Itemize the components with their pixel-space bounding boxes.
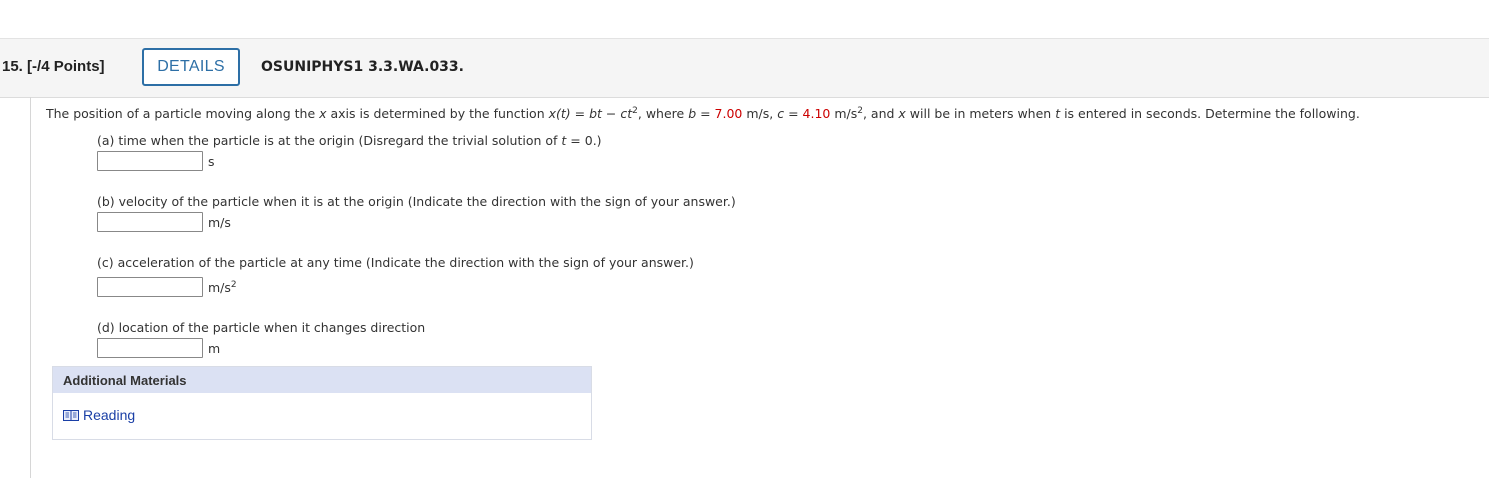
part-c-label: (c) acceleration of the particle at any … [97,255,694,270]
part-a-answer-input[interactable] [97,151,203,171]
part-d-label: (d) location of the particle when it cha… [97,320,426,335]
reading-link-label[interactable]: Reading [83,407,135,423]
part-a-label: (a) time when the particle is at the ori… [97,133,602,148]
part-b-unit: m/s [208,215,231,230]
left-divider [30,97,31,478]
reading-link[interactable]: Reading [63,407,135,423]
part-b-answer-input[interactable] [97,212,203,232]
points-label: [-/4 Points] [27,58,105,75]
question-number: 15. [-/4 Points] [2,58,105,75]
part-a-unit: s [208,154,215,169]
assignment-code: OSUNIPHYS1 3.3.WA.033. [261,59,464,75]
question-index: 15. [2,58,23,75]
part-d-unit: m [208,341,221,356]
c-value: 4.10 [802,106,831,121]
part-b-label: (b) velocity of the particle when it is … [97,194,736,209]
details-button[interactable]: DETAILS [142,48,240,86]
question-prompt: The position of a particle moving along … [46,105,1360,121]
part-d-answer-input[interactable] [97,338,203,358]
book-icon [63,409,79,422]
additional-materials-panel: Additional Materials Reading [52,366,592,440]
b-value: 7.00 [714,106,743,121]
additional-materials-title: Additional Materials [53,367,591,393]
part-c-unit: m/s2 [208,279,237,295]
part-c-answer-input[interactable] [97,277,203,297]
question-page: 15. [-/4 Points] DETAILS OSUNIPHYS1 3.3.… [0,0,1489,478]
